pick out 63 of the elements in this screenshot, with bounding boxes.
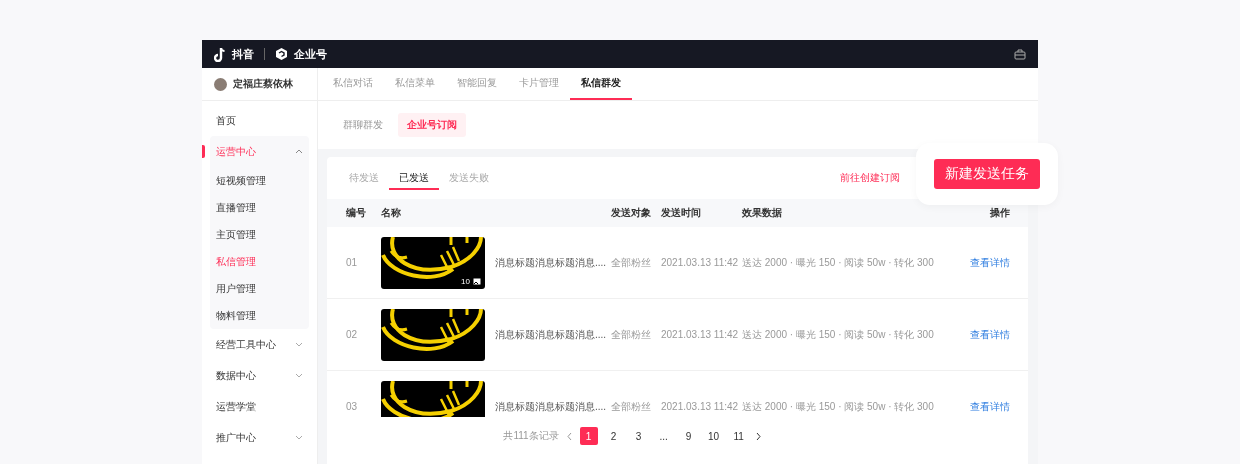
column-header: 操作 <box>989 206 1010 220</box>
column-header: 发送时间 <box>661 206 702 220</box>
table-cell-text: 送达 2000 · 曝光 150 · 阅读 50w · 转化 300 <box>742 327 935 342</box>
status-tab[interactable]: 已发送 <box>389 168 439 190</box>
column-header: 发送对象 <box>611 206 652 220</box>
page-number[interactable]: 10 <box>704 427 723 445</box>
active-indicator <box>202 145 205 158</box>
total-records: 共111条记录 <box>503 429 559 443</box>
tab[interactable]: 私信群发 <box>570 68 632 100</box>
table-cell-text: 送达 2000 · 曝光 150 · 阅读 50w · 转化 300 <box>742 399 935 414</box>
message-title: 消息标题消息标题消息.... <box>495 255 607 270</box>
sidebar-subitem[interactable]: 短视频管理 <box>210 167 309 194</box>
chevron-up-icon <box>295 148 303 155</box>
sidebar-subitem[interactable]: 私信管理 <box>210 248 309 275</box>
table-cell-text: 全部粉丝 <box>611 327 652 342</box>
brand-name: 抖音 <box>232 46 254 62</box>
briefcase-icon[interactable] <box>1014 48 1026 60</box>
table-cell-text: 全部粉丝 <box>611 255 652 270</box>
sidebar-subitem[interactable]: 用户管理 <box>210 275 309 302</box>
view-details-link[interactable]: 查看详情 <box>950 255 1010 270</box>
sidebar-subitem[interactable]: 物料管理 <box>210 302 309 329</box>
view-details-link[interactable]: 查看详情 <box>950 399 1010 414</box>
table-cell-text: 01 <box>346 257 359 268</box>
table-cell-text: 2021.03.13 11:42 <box>661 401 740 412</box>
message-title: 消息标题消息标题消息.... <box>495 327 607 342</box>
message-title: 消息标题消息标题消息.... <box>495 399 607 414</box>
sidebar-item[interactable]: 首页 <box>202 105 317 136</box>
table-cell-text: 送达 2000 · 曝光 150 · 阅读 50w · 转化 300 <box>742 255 935 270</box>
page-number[interactable]: 11 <box>729 427 748 445</box>
table-cell-text: 03 <box>346 401 359 412</box>
page-number[interactable]: 9 <box>679 427 698 445</box>
new-send-task-button[interactable]: 新建发送任务 <box>934 159 1040 189</box>
chevron-down-icon <box>295 341 303 348</box>
column-header: 编号 <box>346 206 367 220</box>
page-number[interactable]: 1 <box>579 427 598 445</box>
view-details-link[interactable]: 查看详情 <box>950 327 1010 342</box>
sidebar-item[interactable]: 数据中心 <box>202 360 317 391</box>
avatar <box>214 77 227 91</box>
sidebar-item[interactable]: 推广中心 <box>202 422 317 453</box>
product-name: 企业号 <box>294 46 327 62</box>
column-header: 效果数据 <box>742 206 783 220</box>
column-header: 名称 <box>381 206 402 220</box>
chevron-down-icon <box>295 434 303 441</box>
page-number[interactable]: 3 <box>629 427 648 445</box>
page-number[interactable]: 2 <box>604 427 623 445</box>
chevron-down-icon <box>295 372 303 379</box>
table-cell-text: 2021.03.13 11:42 <box>661 329 740 340</box>
sidebar-subitem[interactable]: 直播管理 <box>210 194 309 221</box>
sidebar-subitem[interactable]: 主页管理 <box>210 221 309 248</box>
chevron-right-icon[interactable] <box>754 431 762 441</box>
page-number[interactable]: ... <box>654 427 673 445</box>
table-cell-text: 2021.03.13 11:42 <box>661 257 740 268</box>
sidebar-item[interactable]: 经营工具中心 <box>202 329 317 360</box>
table-cell-text: 全部粉丝 <box>611 399 652 414</box>
sidebar-item[interactable]: 运营学堂 <box>202 391 317 422</box>
image-count: 10 <box>461 276 470 286</box>
account-name: 定福庄蔡依林 <box>233 77 293 91</box>
create-subscription-link[interactable]: 前往创建订阅 <box>840 171 900 185</box>
image-icon <box>473 277 481 285</box>
note-logo-icon <box>214 46 226 62</box>
sidebar-item[interactable]: 运营中心 <box>210 136 309 167</box>
hexagon-logo-icon <box>275 47 288 61</box>
table-cell-text: 02 <box>346 329 359 340</box>
